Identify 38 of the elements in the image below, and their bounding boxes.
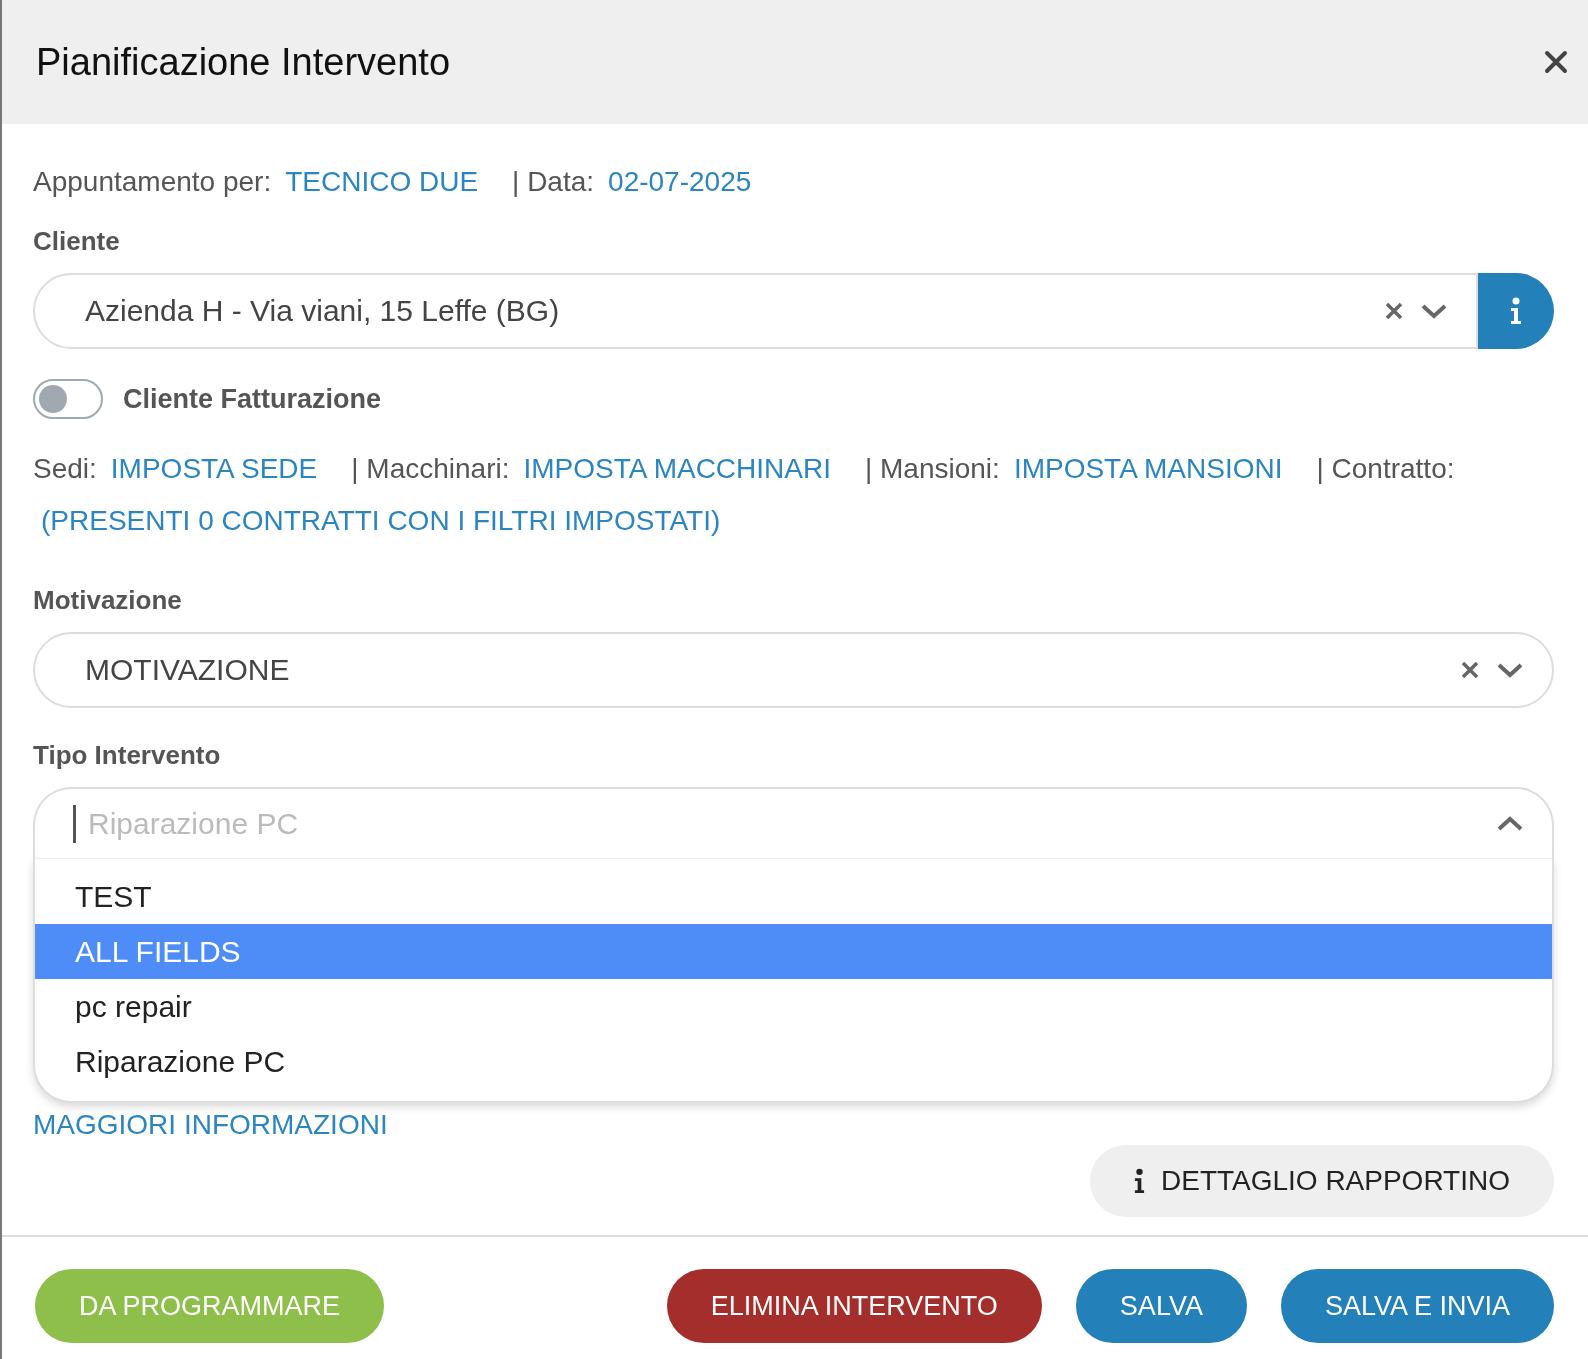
footer-button[interactable]: SALVA E INVIA: [1280, 1269, 1554, 1343]
toggle-label: Cliente Fatturazione: [123, 383, 382, 415]
field-label: Tipo Intervento: [33, 740, 222, 771]
field-label: Cliente: [33, 226, 121, 257]
set-link[interactable]: IMPOSTA MANSIONI: [1013, 453, 1283, 485]
type-select[interactable]: Riparazione PC: [33, 787, 1554, 859]
dropdown-option[interactable]: Riparazione PC: [35, 1034, 1552, 1089]
link-label: Sedi:: [33, 453, 97, 485]
toggle-switch[interactable]: [33, 379, 103, 419]
dropdown-option[interactable]: pc repair: [35, 979, 1552, 1034]
footer-button[interactable]: DA PROGRAMMARE: [35, 1269, 385, 1343]
set-link[interactable]: IMPOSTA SEDE: [110, 453, 318, 485]
clear-icon[interactable]: [1384, 301, 1404, 321]
client-select[interactable]: Azienda H - Via viani, 15 Leffe (BG): [33, 273, 1478, 349]
dropdown-option[interactable]: TEST: [35, 869, 1552, 924]
field-label: Motivazione: [33, 585, 183, 616]
dropdown-option[interactable]: ALL FIELDS: [35, 924, 1552, 979]
contract-link[interactable]: (PRESENTI 0 CONTRATTI CON I FILTRI IMPOSTATI): [41, 505, 721, 536]
appointment-label: Appuntamento per:: [33, 166, 272, 198]
footer-button[interactable]: ELIMINA INTERVENTO: [666, 1269, 1042, 1343]
more-info-link[interactable]: MAGGIORI INFORMAZIONI: [33, 1109, 388, 1140]
dialog-title: Pianificazione Intervento: [36, 40, 451, 84]
info-icon: [1510, 297, 1522, 325]
info-icon: [1134, 1168, 1145, 1194]
set-link[interactable]: IMPOSTA MACCHINARI: [523, 453, 831, 485]
close-icon[interactable]: [1544, 50, 1568, 74]
detail-button[interactable]: DETTAGLIO RAPPORTINO: [1090, 1145, 1554, 1217]
link-label: | Macchinari:: [351, 453, 510, 485]
footer-button[interactable]: SALVA: [1075, 1269, 1247, 1343]
type-search-input[interactable]: Riparazione PC: [86, 805, 1496, 842]
clear-icon[interactable]: [1460, 660, 1480, 680]
link-label: | Contratto:: [1316, 453, 1455, 485]
info-button[interactable]: [1478, 273, 1554, 349]
link-label: | Mansioni:: [865, 453, 1000, 485]
appointment-label: | Data:: [512, 166, 595, 198]
reason-select[interactable]: MOTIVAZIONE: [33, 632, 1554, 708]
appointment-value-link[interactable]: 02-07-2025: [608, 166, 752, 198]
appointment-value-link[interactable]: TECNICO DUE: [285, 166, 479, 198]
